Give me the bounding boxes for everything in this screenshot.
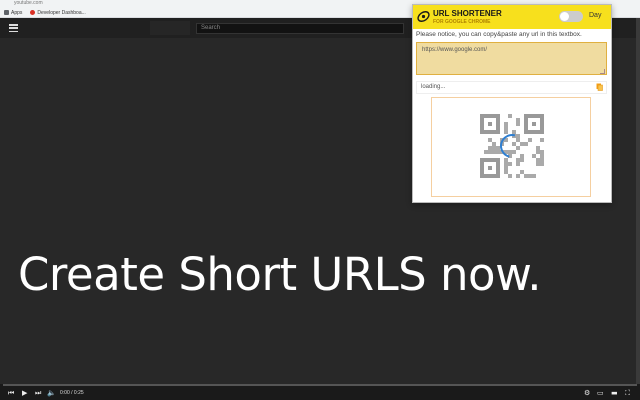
next-icon[interactable]: ⏭ [35,390,41,397]
apps-icon [4,10,9,15]
qr-code-panel [431,97,591,197]
address-bar[interactable]: youtube.com [14,0,43,7]
bookmark-developer-dashboard[interactable]: Developer Dashboa... [30,9,86,16]
video-caption: Create Short URLS now. [18,248,542,301]
video-controls: ⏮ ▶ ⏭ 🔈 0:00 / 0:25 ⚙ ▭ ▬ ⛶ [0,384,640,400]
fullscreen-icon[interactable]: ⛶ [625,390,630,397]
copy-icon[interactable] [596,83,603,91]
progress-bar[interactable] [3,384,637,386]
app-title: URL SHORTENER [433,9,502,18]
url-textbox[interactable]: https://www.google.com/ [416,42,607,75]
volume-icon[interactable]: 🔈 [47,390,56,397]
miniplayer-icon[interactable]: ▭ [597,390,604,397]
play-icon[interactable]: ▶ [22,390,27,397]
toggle-knob [560,12,569,21]
bookmarks-bar: Apps Developer Dashboa... [0,7,86,18]
scrollbar[interactable] [636,18,640,384]
bookmark-label: Apps [11,9,23,16]
settings-icon[interactable]: ⚙ [584,390,590,397]
theater-icon[interactable]: ▬ [611,390,618,397]
bookmark-apps[interactable]: Apps [4,10,22,16]
popup-header: URL SHORTENER FOR GOOGLE CHROME Day [413,5,611,29]
time-display: 0:00 / 0:25 [60,390,84,396]
app-subtitle: FOR GOOGLE CHROME [433,19,491,25]
menu-icon[interactable] [9,24,18,32]
toggle-label: Day [589,12,602,19]
developer-dashboard-icon [30,10,36,15]
bookmark-label: Developer Dashboa... [37,9,86,16]
day-night-toggle[interactable] [559,11,583,22]
previous-icon[interactable]: ⏮ [8,390,14,397]
resize-handle[interactable] [600,69,605,74]
logo-icon [417,11,430,22]
notice-text: Please notice, you can copy&paste any ur… [416,31,582,38]
url-shortener-popup: URL SHORTENER FOR GOOGLE CHROME Day Plea… [412,4,612,203]
youtube-logo[interactable] [150,21,190,35]
search-input[interactable]: Search [196,23,404,34]
short-url-field[interactable]: loading... [416,81,607,94]
